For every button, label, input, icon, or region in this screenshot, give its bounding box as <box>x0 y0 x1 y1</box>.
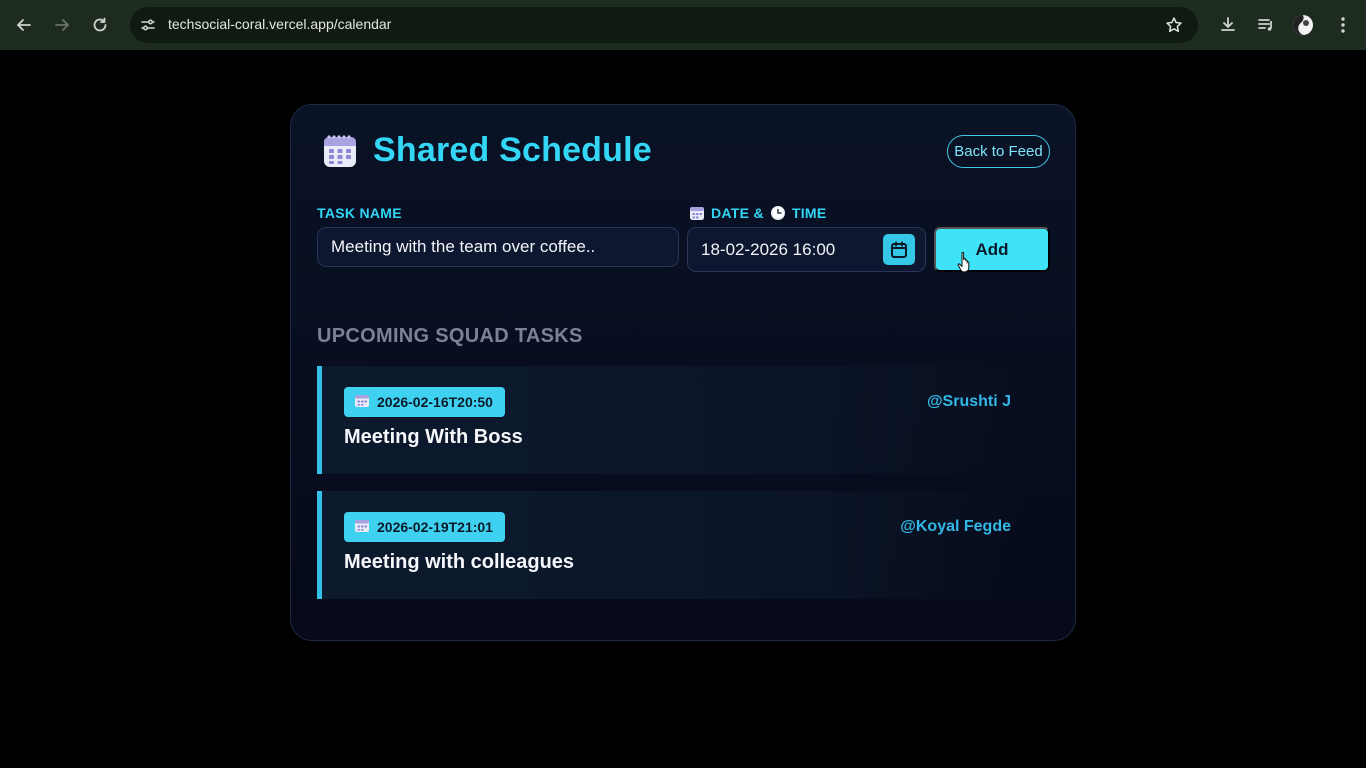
clock-icon <box>770 205 786 221</box>
calendar-icon <box>322 133 358 169</box>
back-to-feed-button[interactable]: Back to Feed <box>947 135 1050 168</box>
task-owner[interactable]: @Koyal Fegde <box>900 518 1011 536</box>
site-settings-icon[interactable] <box>138 15 158 35</box>
upcoming-tasks-heading: UPCOMING SQUAD TASKS <box>317 325 583 347</box>
download-icon[interactable] <box>1217 14 1239 36</box>
date-time-label: DATE & TIME <box>689 205 827 221</box>
hand-cursor-icon <box>957 251 973 273</box>
profile-icon[interactable] <box>1292 14 1314 36</box>
task-date-badge: 2026-02-16T20:50 <box>344 387 505 417</box>
task-name-value: Meeting with the team over coffee.. <box>331 237 596 256</box>
media-icon[interactable] <box>1255 14 1277 36</box>
task-name-input[interactable]: Meeting with the team over coffee.. <box>317 227 679 267</box>
page: Shared Schedule Back to Feed TASK NAME D… <box>0 50 1366 768</box>
task-title: Meeting with colleagues <box>344 551 575 573</box>
task-title: Meeting With Boss <box>344 426 523 448</box>
add-task-button[interactable]: Add <box>934 227 1050 272</box>
calendar-icon <box>354 394 370 410</box>
task-item[interactable]: 2026-02-16T20:50 Meeting With Boss @Srus… <box>317 366 1029 474</box>
forward-arrow-icon[interactable] <box>51 14 73 36</box>
page-title: Shared Schedule <box>373 131 652 169</box>
date-time-input[interactable]: 18-02-2026 16:00 <box>687 227 926 272</box>
browser-toolbar: techsocial-coral.vercel.app/calendar <box>0 0 1366 50</box>
task-date-badge: 2026-02-19T21:01 <box>344 512 505 542</box>
calendar-icon <box>689 205 705 221</box>
star-icon[interactable] <box>1164 15 1184 35</box>
task-owner[interactable]: @Srushti J <box>927 393 1011 411</box>
reload-icon[interactable] <box>89 14 111 36</box>
calendar-picker-icon[interactable] <box>883 234 915 265</box>
back-arrow-icon[interactable] <box>13 14 35 36</box>
schedule-card: Shared Schedule Back to Feed TASK NAME D… <box>290 104 1076 641</box>
url-text: techsocial-coral.vercel.app/calendar <box>168 16 392 32</box>
address-bar[interactable]: techsocial-coral.vercel.app/calendar <box>130 7 1198 43</box>
menu-icon[interactable] <box>1332 14 1354 36</box>
date-time-value: 18-02-2026 16:00 <box>701 239 836 259</box>
task-item[interactable]: 2026-02-19T21:01 Meeting with colleagues… <box>317 491 1029 599</box>
calendar-icon <box>354 519 370 535</box>
task-name-label: TASK NAME <box>317 205 402 221</box>
